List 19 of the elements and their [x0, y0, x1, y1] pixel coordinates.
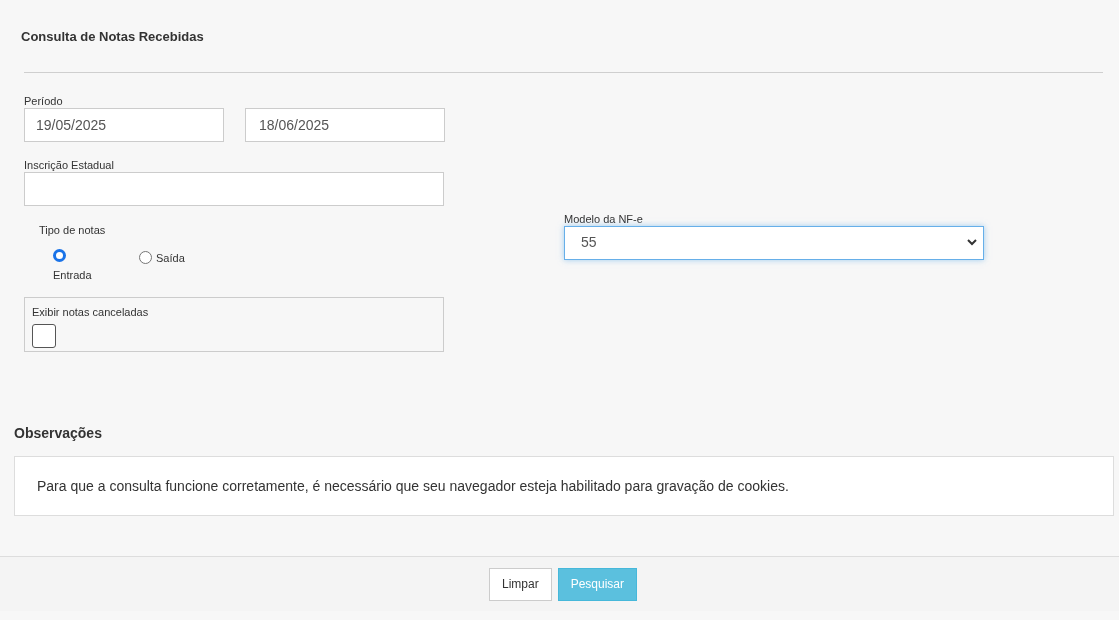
radio-button[interactable]: [53, 249, 66, 262]
page-title: Consulta de Notas Recebidas: [21, 28, 205, 46]
field-label: Período: [24, 94, 63, 108]
section-title: Observações: [14, 424, 102, 443]
checkbox[interactable]: [32, 323, 56, 348]
date-field[interactable]: 18/06/2025: [245, 107, 445, 142]
date-field[interactable]: 19/05/2025: [24, 107, 224, 142]
checkbox-label: Exibir notas canceladas: [32, 305, 149, 320]
field-label: Inscrição Estadual: [24, 158, 114, 172]
input-field[interactable]: [24, 171, 444, 206]
model-select[interactable]: 55: [564, 225, 984, 260]
radio-button[interactable]: [139, 251, 152, 264]
radio-label: Entrada: [53, 268, 92, 283]
clear-button[interactable]: Limpar: [488, 567, 552, 601]
chevron-down-icon: [967, 239, 977, 246]
radio-label: Saída: [156, 251, 185, 266]
field-label: Tipo de notas: [39, 222, 106, 238]
field-label: Modelo da NF-e: [564, 212, 643, 226]
observation-text: Para que a consulta funcione corretamente, é necessário que seu navegador esteja habilitado para gravação de cookies.: [37, 476, 789, 496]
